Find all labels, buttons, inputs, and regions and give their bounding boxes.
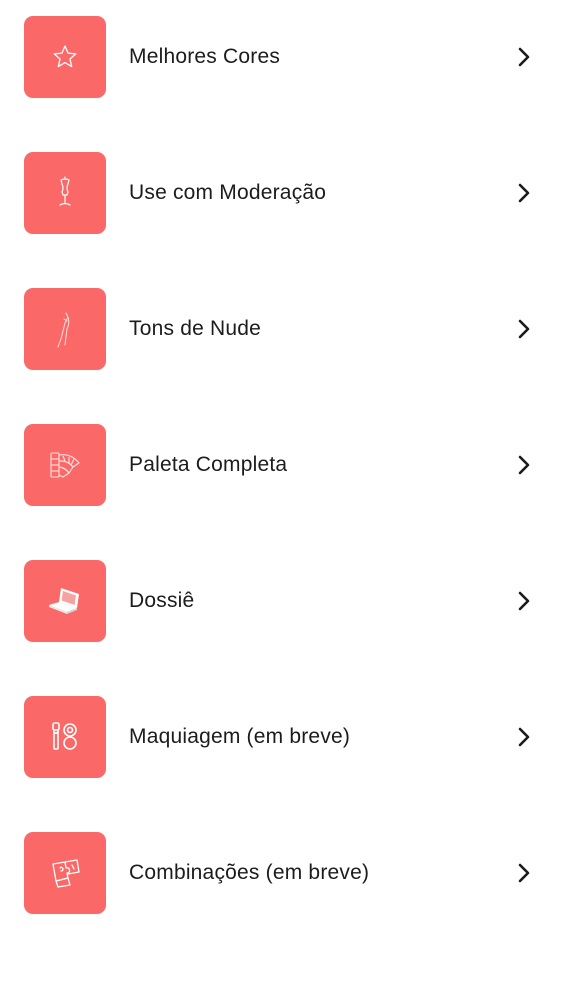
chevron-right-icon <box>516 318 532 340</box>
color-swatch-fan-icon <box>47 447 83 483</box>
laptop-icon <box>45 584 85 618</box>
icon-tile <box>24 560 106 642</box>
menu-item-label: Use com Moderação <box>129 181 327 204</box>
dress-icon <box>53 309 77 349</box>
makeup-icon <box>47 719 83 755</box>
mannequin-icon <box>50 176 80 210</box>
chevron-right-icon <box>516 726 532 748</box>
chevron-right-icon <box>516 46 532 68</box>
chevron-right-icon <box>516 590 532 612</box>
menu-item-label: Maquiagem (em breve) <box>129 725 351 748</box>
menu-item-combinacoes[interactable]: Combinações (em breve) <box>0 832 563 914</box>
menu-item-label: Melhores Cores <box>129 45 281 68</box>
menu-item-melhores-cores[interactable]: Melhores Cores <box>0 16 563 98</box>
icon-tile <box>24 152 106 234</box>
puzzle-icon <box>47 855 83 891</box>
chevron-right-icon <box>516 182 532 204</box>
icon-tile <box>24 288 106 370</box>
menu-item-dossie[interactable]: Dossiê <box>0 560 563 642</box>
chevron-right-icon <box>516 454 532 476</box>
chevron-right-icon <box>516 862 532 884</box>
icon-tile <box>24 696 106 778</box>
menu-item-label: Combinações (em breve) <box>129 861 370 884</box>
menu-item-label: Tons de Nude <box>129 317 261 340</box>
menu-item-label: Paleta Completa <box>129 453 288 476</box>
icon-tile <box>24 16 106 98</box>
menu-item-maquiagem[interactable]: Maquiagem (em breve) <box>0 696 563 778</box>
menu-item-use-com-moderacao[interactable]: Use com Moderação <box>0 152 563 234</box>
menu-item-label: Dossiê <box>129 589 195 612</box>
menu-item-tons-de-nude[interactable]: Tons de Nude <box>0 288 563 370</box>
icon-tile <box>24 424 106 506</box>
icon-tile <box>24 832 106 914</box>
star-icon <box>51 43 79 71</box>
menu-list: Melhores Cores Use com Moderação Tons de… <box>0 0 563 1000</box>
menu-item-paleta-completa[interactable]: Paleta Completa <box>0 424 563 506</box>
